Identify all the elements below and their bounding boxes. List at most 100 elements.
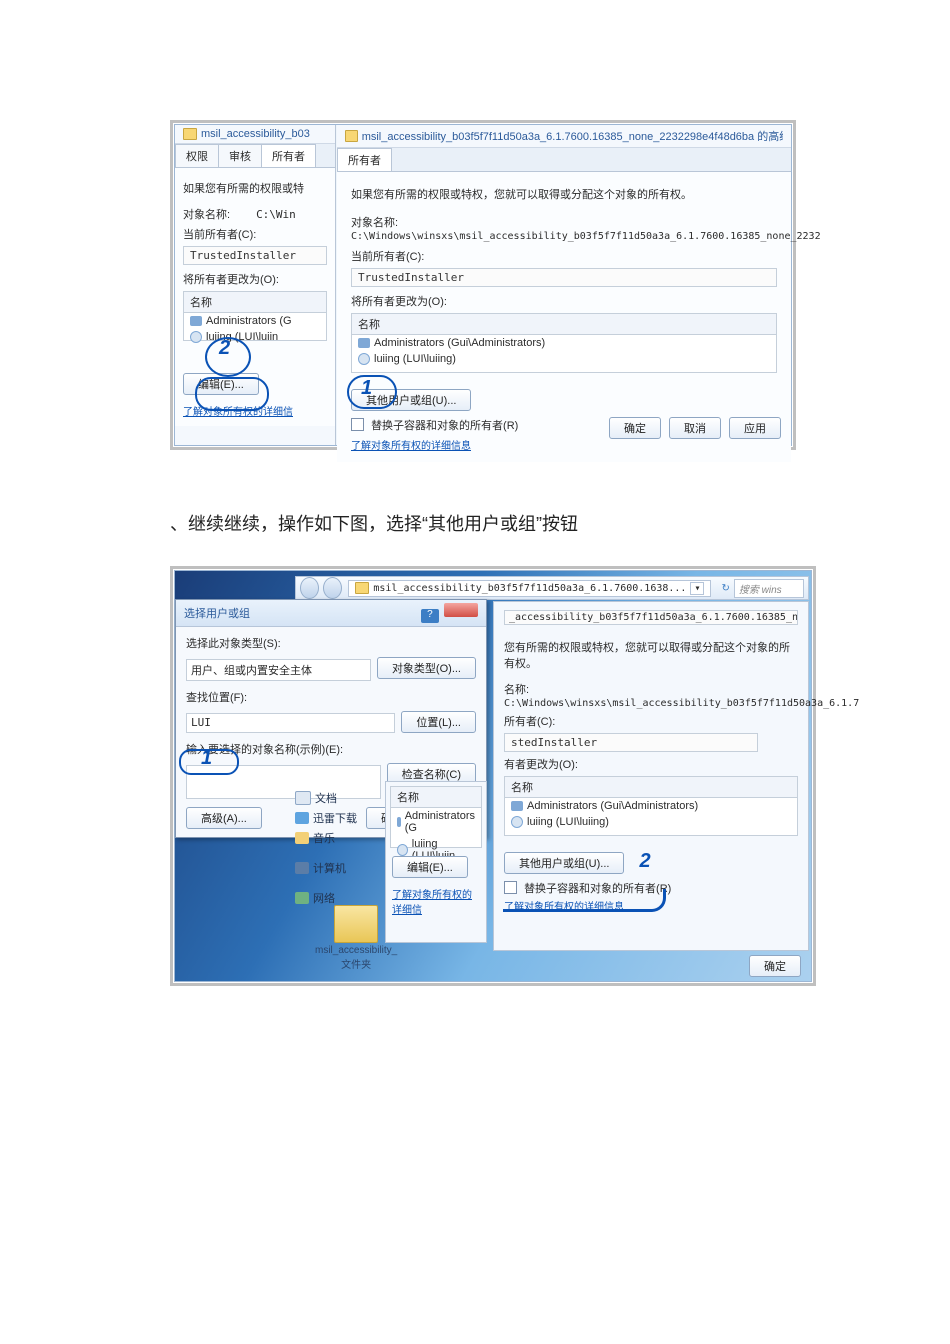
apply-button[interactable]: 应用 (729, 417, 781, 439)
help-icon[interactable]: ? (421, 609, 439, 623)
cur-value-r: TrustedInstaller (351, 268, 777, 287)
address-bar[interactable]: msil_accessibility_b03f5f7f11d50a3a_6.1.… (348, 580, 711, 597)
list-item[interactable]: luiing (LUI\luiing) (352, 351, 776, 367)
learn-link[interactable]: 了解对象所有权的详细信 (183, 407, 293, 418)
computer-icon (295, 862, 309, 874)
mini-learn-link[interactable]: 了解对象所有权的详细信 (392, 890, 472, 916)
loc-button[interactable]: 位置(L)... (401, 711, 476, 733)
loc-label: 查找位置(F): (186, 689, 476, 705)
list-item[interactable]: Administrators (Gui\Administrators) (352, 335, 776, 351)
ok-button[interactable]: 确定 (609, 417, 661, 439)
list-item[interactable]: Administrators (Gui\Administrators) (505, 798, 797, 814)
mini-list-header: 名称 (391, 787, 481, 808)
replace-label: 替换子容器和对象的所有者(R) (371, 420, 518, 432)
folder-tile[interactable]: msil_accessibility_ 文件夹 (315, 905, 397, 971)
dialog-title: 选择用户或组 (184, 605, 250, 621)
tab-permissions[interactable]: 权限 (175, 144, 219, 167)
nav-fwd-icon[interactable] (323, 577, 342, 599)
tab-audit[interactable]: 审核 (218, 144, 262, 167)
left-titlebar: msil_accessibility_b03 (175, 125, 335, 144)
adv-security-pane: _accessibility_b03f5f7f11d50a3a_6.1.7600… (493, 601, 809, 951)
mini-left-pane: 名称 Administrators (G luiing (LUI\luiin 编… (385, 781, 487, 943)
learn-link-r[interactable]: 了解对象所有权的详细信息 (351, 441, 471, 452)
right-title: msil_accessibility_b03f5f7f11d50a3a_6.1.… (362, 128, 783, 144)
cur-label-r: 当前所有者(C): (351, 248, 777, 264)
left-panel: msil_accessibility_b03 权限 审核 所有者 如果您有所需的… (175, 125, 336, 445)
folder-type: 文件夹 (315, 956, 397, 971)
adv-owner-list[interactable]: 名称 Administrators (Gui\Administrators) l… (504, 776, 798, 836)
obj-value-r: C:\Windows\winsxs\msil_accessibility_b03… (351, 231, 821, 242)
left-title: msil_accessibility_b03 (201, 128, 310, 140)
adv-obj-value: C:\Windows\winsxs\msil_accessibility_b03… (504, 698, 859, 709)
right-panel: msil_accessibility_b03f5f7f11d50a3a_6.1.… (337, 125, 791, 445)
cancel-button[interactable]: 取消 (669, 417, 721, 439)
owner-list[interactable]: 名称 Administrators (G luiing (LUI\luiin (183, 291, 327, 341)
chg-label: 将所有者更改为(O): (183, 271, 327, 287)
search-input[interactable]: 搜索 wins (734, 579, 804, 598)
adv-cur-label: 所有者(C): (504, 713, 798, 729)
list-item[interactable]: Administrators (G (391, 808, 481, 836)
obj-label-r: 对象名称: (351, 214, 421, 230)
tab-owner-r[interactable]: 所有者 (337, 148, 392, 171)
explorer-toolbar: msil_accessibility_b03f5f7f11d50a3a_6.1.… (295, 576, 809, 600)
adv-list-header: 名称 (505, 777, 797, 798)
user-icon (397, 844, 408, 856)
obj-label: 对象名称: (183, 206, 253, 222)
big-folder-icon (334, 905, 378, 943)
left-info: 如果您有所需的权限或特 (183, 180, 327, 196)
refresh-icon[interactable]: ↻ (717, 583, 733, 594)
adv-info: 您有所需的权限或特权，您就可以取得或分配这个对象的所有权。 (504, 639, 798, 671)
owner-list-r[interactable]: 名称 Administrators (Gui\Administrators) l… (351, 313, 777, 373)
cur-label: 当前所有者(C): (183, 226, 327, 242)
list-header-r: 名称 (352, 314, 776, 335)
loc-field: LUI (186, 713, 395, 733)
adv-learn-link[interactable]: 了解对象所有权的详细信息 (504, 902, 624, 913)
screenshot-2: msil_accessibility_b03f5f7f11d50a3a_6.1.… (170, 566, 816, 986)
list-item[interactable]: luiing (LUI\luiing) (505, 814, 797, 830)
caption-text: 、继续继续，操作如下图，选择“其他用户或组”按钮 (170, 510, 950, 536)
edit-button[interactable]: 编辑(E)... (183, 373, 259, 395)
replace-checkbox[interactable] (351, 418, 364, 431)
obj-value: C:\Win (256, 208, 296, 221)
adv-ok-button[interactable]: 确定 (749, 955, 801, 977)
objtype-button[interactable]: 对象类型(O)... (377, 657, 476, 679)
mini-edit-button[interactable]: 编辑(E)... (392, 856, 468, 878)
objtype-label: 选择此对象类型(S): (186, 635, 476, 651)
folder-icon (355, 582, 369, 594)
user-icon (511, 816, 523, 828)
cur-value: TrustedInstaller (183, 246, 327, 265)
right-tabs: 所有者 (337, 148, 791, 172)
group-icon (397, 817, 401, 827)
left-tabs: 权限 审核 所有者 (175, 144, 335, 168)
annotation-number-2b: 2 (640, 850, 651, 872)
adv-replace-checkbox[interactable] (504, 881, 517, 894)
network-icon (295, 892, 309, 904)
tab-owner[interactable]: 所有者 (261, 144, 316, 167)
name-label: 输入要选择的对象名称(示例)(E): (186, 744, 343, 756)
group-icon (511, 801, 523, 811)
adv-other-user-button[interactable]: 其他用户或组(U)... (504, 852, 624, 874)
group-icon (358, 338, 370, 348)
folder-name: msil_accessibility_ (315, 945, 397, 956)
nav-back-icon[interactable] (300, 577, 319, 599)
folder-icon (345, 130, 358, 142)
other-user-button[interactable]: 其他用户或组(U)... (351, 389, 471, 411)
adv-cur-value: stedInstaller (504, 733, 758, 752)
user-icon (190, 331, 202, 343)
right-info: 如果您有所需的权限或特权，您就可以取得或分配这个对象的所有权。 (351, 186, 777, 202)
list-header: 名称 (184, 292, 326, 313)
adv-trail: _accessibility_b03f5f7f11d50a3a_6.1.7600… (504, 610, 798, 625)
objtype-field: 用户、组或内置安全主体 (186, 659, 371, 681)
download-icon (295, 812, 309, 824)
history-icon[interactable]: ▾ (690, 582, 704, 595)
advanced-button[interactable]: 高级(A)... (186, 807, 262, 829)
close-icon[interactable] (444, 603, 478, 617)
doc-icon (295, 791, 311, 805)
user-icon (358, 353, 370, 365)
group-icon (190, 316, 202, 326)
folder-icon (183, 128, 197, 140)
adv-obj-label: 名称: (504, 681, 546, 697)
screenshot-1: msil_accessibility_b03 权限 审核 所有者 如果您有所需的… (170, 120, 796, 450)
list-item[interactable]: luiing (LUI\luiin (184, 329, 326, 345)
list-item[interactable]: Administrators (G (184, 313, 326, 329)
